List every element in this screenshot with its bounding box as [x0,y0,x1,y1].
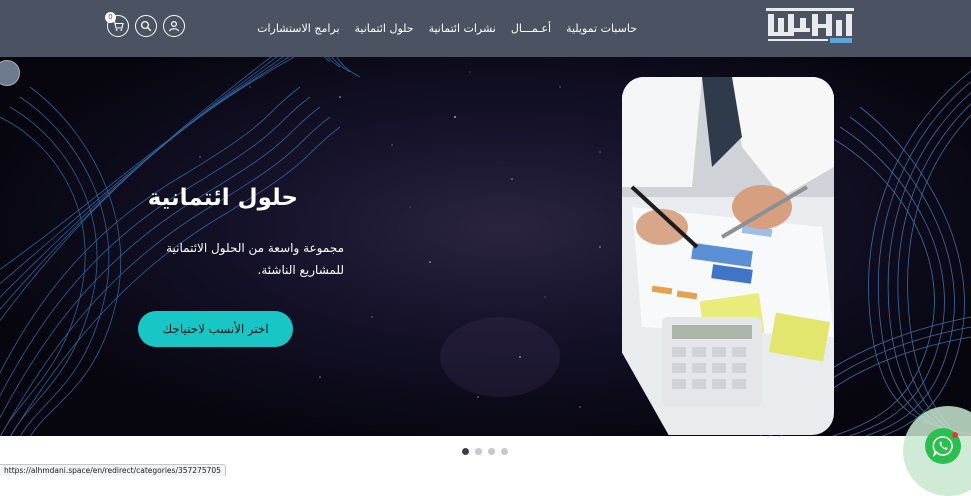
search-button[interactable] [135,15,157,37]
slider-dot-2[interactable] [475,448,482,455]
whatsapp-icon [932,436,953,457]
choose-best-button[interactable]: اختر الأنسب لاحتياجك [138,311,293,347]
slider-dot-3[interactable] [488,448,495,455]
search-icon [140,20,152,32]
site-logo[interactable] [764,6,856,46]
account-button[interactable] [163,15,185,37]
nav-business[interactable]: أعـمـــال [511,22,551,35]
logo-mark-icon [766,8,854,43]
business-meeting-image [622,77,834,435]
main-nav: حاسبات تمويلية أعـمـــال نشرات ائتمانية … [257,0,637,57]
hero-slider: حلول ائتمانية مجموعة واسعة من الحلول الا… [0,57,971,436]
hero-subtitle: مجموعة واسعة من الحلول الائتمانية للمشار… [166,241,344,277]
whatsapp-notification-dot [952,432,958,438]
hero-title: حلول ائتمانية [147,185,298,211]
nav-financial-calculators[interactable]: حاسبات تمويلية [566,22,637,35]
user-icon [168,20,180,32]
browser-status-url: https://alhmdani.space/en/redirect/categ… [0,464,226,476]
cart-count-badge: 0 [105,12,116,23]
nav-credit-solutions[interactable]: حلول ائتمانية [355,22,414,35]
nav-consulting-programs[interactable]: برامج الاستشارات [257,22,339,35]
site-header: حاسبات تمويلية أعـمـــال نشرات ائتمانية … [0,0,971,57]
slider-pagination [462,448,508,455]
slider-dot-1[interactable] [462,448,469,455]
nav-credit-bulletins[interactable]: نشرات ائتمانية [429,22,496,35]
slider-dot-4[interactable] [501,448,508,455]
hero-photo [622,77,834,435]
